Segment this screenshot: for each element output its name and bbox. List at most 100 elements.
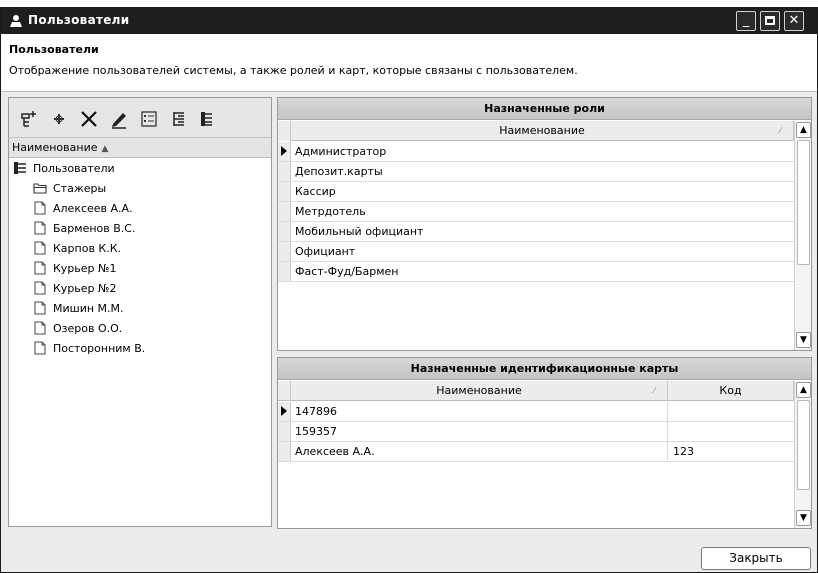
role-row[interactable]: Мобильный официант bbox=[278, 222, 794, 242]
tree-root-users[interactable]: Пользователи bbox=[13, 159, 115, 179]
window-title: Пользователи bbox=[28, 13, 130, 27]
minimize-button[interactable]: _ bbox=[736, 11, 756, 31]
role-name-cell: Администратор bbox=[295, 145, 387, 158]
users-window: Пользователи _ ✕ Пользователи Отображени… bbox=[0, 7, 818, 573]
cards-scrollbar[interactable]: ▲ ▼ bbox=[794, 381, 811, 528]
cards-grid-header: Наименование ⁄ Код bbox=[278, 381, 794, 401]
minimize-icon: _ bbox=[742, 13, 750, 28]
card-row[interactable]: 159357 bbox=[278, 422, 794, 442]
scroll-down-icon[interactable]: ▼ bbox=[796, 332, 811, 348]
row-selector[interactable] bbox=[278, 142, 291, 161]
scroll-thumb[interactable] bbox=[797, 140, 810, 265]
user-document-icon bbox=[34, 341, 46, 355]
user-document-icon bbox=[34, 321, 46, 335]
expand-tree-button[interactable] bbox=[169, 109, 189, 129]
pencil-icon bbox=[112, 113, 126, 129]
user-document-icon bbox=[34, 241, 46, 255]
role-name-cell: Кассир bbox=[295, 185, 336, 198]
row-selector[interactable] bbox=[278, 182, 291, 201]
tree-user-item[interactable]: Посторонним В. bbox=[33, 339, 145, 359]
roles-scrollbar[interactable]: ▲ ▼ bbox=[794, 121, 811, 350]
role-row[interactable]: Метрдотель bbox=[278, 202, 794, 222]
role-name-cell: Фаст-Фуд/Бармен bbox=[295, 265, 399, 278]
tree-group-trainees[interactable]: Стажеры bbox=[33, 179, 106, 199]
user-document-icon bbox=[34, 281, 46, 295]
scroll-thumb[interactable] bbox=[797, 400, 810, 490]
page-description: Отображение пользователей системы, а так… bbox=[9, 64, 578, 77]
card-name-cell: 147896 bbox=[293, 402, 668, 421]
row-selector[interactable] bbox=[278, 402, 291, 421]
cards-code-column-header[interactable]: Код bbox=[668, 381, 794, 401]
role-name-cell: Официант bbox=[295, 245, 356, 258]
page-header: Пользователи Отображение пользователей с… bbox=[1, 34, 817, 92]
delete-button[interactable] bbox=[79, 109, 99, 129]
name-column-label: Наименование bbox=[12, 141, 98, 154]
role-row[interactable]: Кассир bbox=[278, 182, 794, 202]
collapse-tree-icon bbox=[201, 112, 212, 126]
row-selector[interactable] bbox=[278, 442, 291, 461]
role-row[interactable]: Депозит.карты bbox=[278, 162, 794, 182]
users-toolbar bbox=[9, 98, 271, 138]
row-selector[interactable] bbox=[278, 262, 291, 281]
current-row-icon bbox=[281, 406, 287, 416]
tree-user-item[interactable]: Карпов К.К. bbox=[33, 239, 121, 259]
roles-name-column-header[interactable]: Наименование ⁄ bbox=[291, 121, 794, 141]
cards-code-column-label: Код bbox=[719, 384, 742, 397]
add-group-icon bbox=[21, 111, 36, 127]
card-row[interactable]: 147896 bbox=[278, 402, 794, 422]
tree-user-item[interactable]: Курьер №2 bbox=[33, 279, 116, 299]
edit-button[interactable] bbox=[109, 109, 129, 129]
add-button[interactable] bbox=[49, 109, 69, 129]
sort-icon: ⁄ bbox=[653, 386, 655, 395]
current-row-icon bbox=[281, 146, 287, 156]
tree-user-label: Карпов К.К. bbox=[53, 242, 122, 255]
role-name-cell: Депозит.карты bbox=[295, 165, 383, 178]
row-selector[interactable] bbox=[278, 422, 291, 441]
card-code-cell: 123 bbox=[673, 445, 694, 458]
maximize-icon bbox=[765, 16, 775, 25]
role-row[interactable]: Администратор bbox=[278, 142, 794, 162]
tree-user-item[interactable]: Курьер №1 bbox=[33, 259, 116, 279]
scroll-up-icon[interactable]: ▲ bbox=[796, 382, 811, 398]
row-selector[interactable] bbox=[278, 222, 291, 241]
row-indicator-header bbox=[278, 381, 291, 401]
maximize-button[interactable] bbox=[760, 11, 780, 31]
delete-icon bbox=[81, 111, 97, 127]
user-document-icon bbox=[34, 221, 46, 235]
add-group-button[interactable] bbox=[19, 109, 39, 129]
tree-user-label: Барменов В.С. bbox=[53, 222, 136, 235]
scroll-down-icon[interactable]: ▼ bbox=[796, 510, 811, 526]
card-row[interactable]: Алексеев А.А. 123 bbox=[278, 442, 794, 462]
row-selector[interactable] bbox=[278, 242, 291, 261]
role-row[interactable]: Фаст-Фуд/Бармен bbox=[278, 262, 794, 282]
card-name-cell: 159357 bbox=[293, 422, 668, 441]
tree-user-item[interactable]: Алексеев А.А. bbox=[33, 199, 133, 219]
card-code-cell bbox=[671, 402, 792, 421]
cards-name-column-header[interactable]: Наименование ⁄ bbox=[291, 381, 668, 401]
tree-user-label: Озеров О.О. bbox=[53, 322, 123, 335]
tree-user-item[interactable]: Озеров О.О. bbox=[33, 319, 122, 339]
cards-panel-title: Назначенные идентификационные карты bbox=[278, 358, 811, 380]
row-selector[interactable] bbox=[278, 162, 291, 181]
tree-user-label: Алексеев А.А. bbox=[53, 202, 133, 215]
role-name-cell: Мобильный официант bbox=[295, 225, 424, 238]
expand-tree-icon bbox=[173, 112, 184, 126]
properties-button[interactable] bbox=[139, 109, 159, 129]
role-row[interactable]: Официант bbox=[278, 242, 794, 262]
tree-root-icon bbox=[14, 162, 26, 174]
folder-icon bbox=[33, 183, 47, 194]
close-icon: ✕ bbox=[788, 13, 800, 28]
tree-user-label: Посторонним В. bbox=[53, 342, 146, 355]
sort-icon: ⁄ bbox=[779, 126, 781, 135]
close-window-button[interactable]: ✕ bbox=[784, 11, 804, 31]
row-selector[interactable] bbox=[278, 202, 291, 221]
scroll-up-icon[interactable]: ▲ bbox=[796, 122, 811, 138]
tree-user-item[interactable]: Мишин М.М. bbox=[33, 299, 124, 319]
close-button[interactable]: Закрыть bbox=[701, 547, 811, 570]
tree-user-item[interactable]: Барменов В.С. bbox=[33, 219, 135, 239]
cards-name-column-label: Наименование bbox=[436, 384, 522, 397]
collapse-tree-button[interactable] bbox=[197, 109, 217, 129]
user-document-icon bbox=[34, 261, 46, 275]
roles-grid-header: Наименование ⁄ bbox=[278, 121, 794, 141]
name-column-header[interactable]: Наименование ▲ bbox=[9, 138, 271, 158]
